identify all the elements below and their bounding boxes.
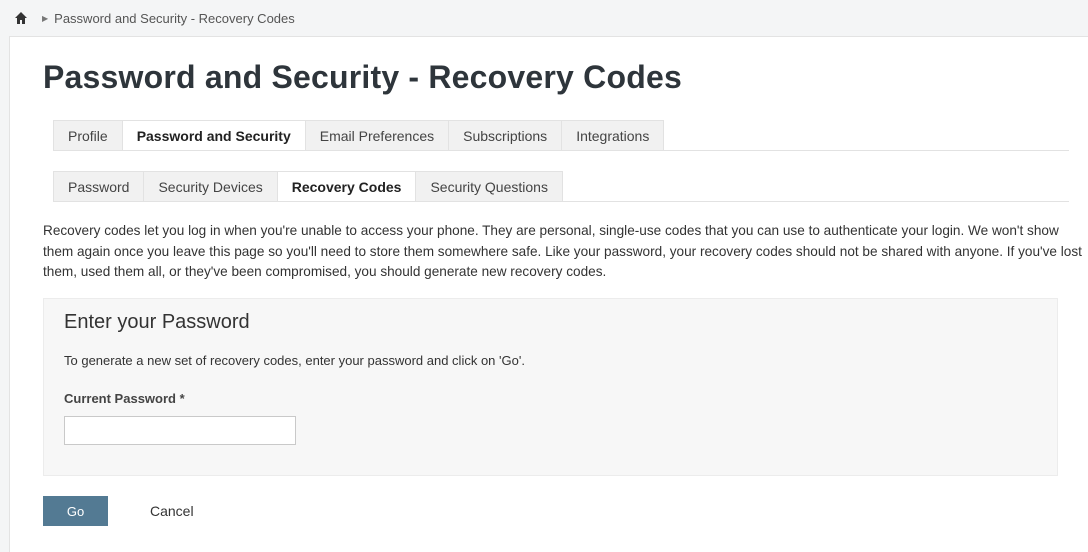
tab-password-and-security[interactable]: Password and Security	[121, 120, 305, 150]
tab-security-devices[interactable]: Security Devices	[143, 171, 277, 201]
tab-security-questions[interactable]: Security Questions	[415, 171, 563, 201]
go-button[interactable]: Go	[43, 496, 108, 526]
primary-tabs: Profile Password and Security Email Pref…	[53, 120, 665, 150]
breadcrumb: ▶ Password and Security - Recovery Codes	[14, 9, 295, 27]
panel-description: To generate a new set of recovery codes,…	[64, 353, 525, 368]
tab-email-preferences[interactable]: Email Preferences	[304, 120, 449, 150]
intro-text: Recovery codes let you log in when you'r…	[43, 223, 1082, 279]
home-icon[interactable]	[14, 11, 28, 25]
breadcrumb-current: Password and Security - Recovery Codes	[54, 10, 295, 26]
page-title: Password and Security - Recovery Codes	[43, 59, 682, 95]
tab-recovery-codes[interactable]: Recovery Codes	[276, 171, 416, 201]
cancel-link[interactable]: Cancel	[150, 503, 194, 519]
primary-tabs-divider	[53, 150, 1069, 151]
current-password-input[interactable]	[64, 416, 296, 445]
password-panel: Enter your Password To generate a new se…	[43, 298, 1058, 476]
secondary-tabs-divider	[53, 201, 1069, 202]
caret-right-icon: ▶	[42, 13, 49, 23]
tab-subscriptions[interactable]: Subscriptions	[448, 120, 562, 150]
tab-password[interactable]: Password	[53, 171, 144, 201]
tab-profile[interactable]: Profile	[53, 120, 122, 150]
secondary-tabs: Password Security Devices Recovery Codes…	[53, 171, 563, 201]
content-card: Password and Security - Recovery Codes P…	[9, 36, 1088, 552]
current-password-label: Current Password *	[64, 391, 185, 406]
tab-integrations[interactable]: Integrations	[561, 120, 665, 150]
panel-title: Enter your Password	[64, 311, 250, 333]
